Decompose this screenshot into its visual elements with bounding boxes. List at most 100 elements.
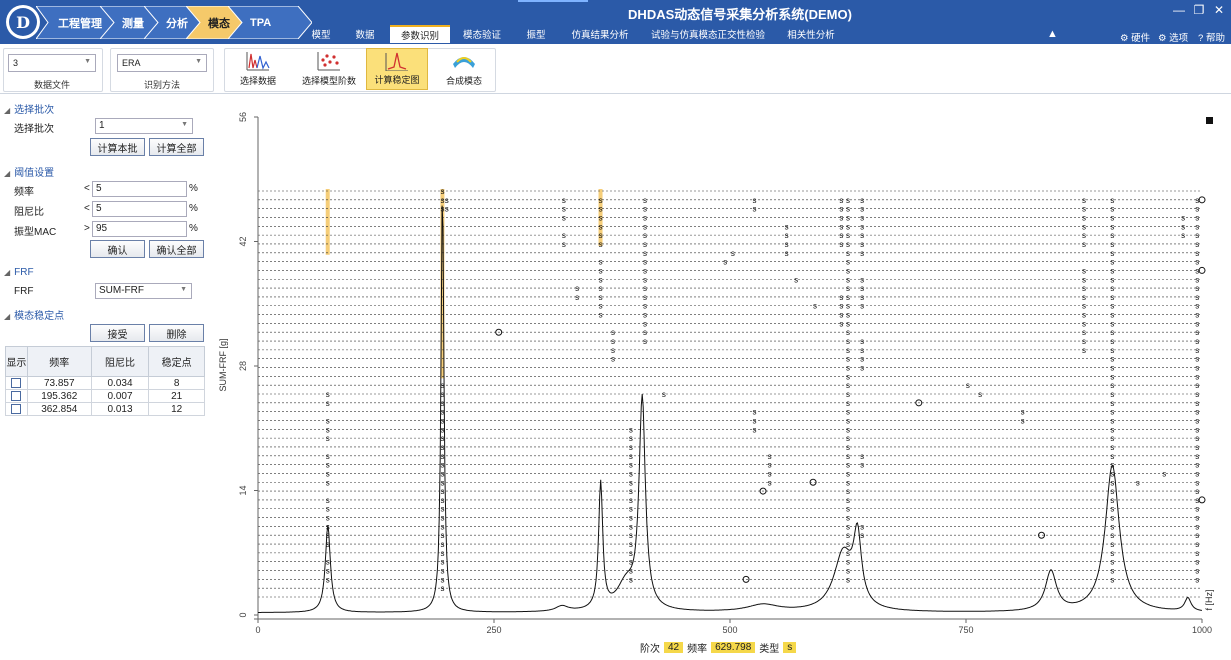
- stable-mark-s: s: [846, 531, 850, 540]
- stable-mark-s: s: [1082, 311, 1086, 320]
- stable-mark-s: s: [326, 399, 330, 408]
- menu-param-identification[interactable]: 参数识别: [390, 25, 450, 43]
- stable-mark-s: s: [562, 213, 566, 222]
- stable-mark-s: s: [326, 531, 330, 540]
- stable-mark-s: s: [611, 355, 615, 364]
- y-axis-label: SUM-FRF [g]: [218, 339, 228, 392]
- x-axis-label: f [Hz]: [1204, 589, 1214, 610]
- stable-mark-s: s: [629, 549, 633, 558]
- frf-section-header[interactable]: ◢ FRF: [4, 267, 34, 278]
- menu-modal-validation[interactable]: 模态验证: [452, 25, 512, 43]
- col-header-freq[interactable]: 频率: [26, 346, 92, 377]
- frf-select[interactable]: SUM-FRF ▼: [95, 283, 192, 299]
- col-header-stable-count[interactable]: 稳定点: [148, 346, 205, 377]
- synthesize-mode-button[interactable]: 合成模态: [436, 48, 492, 90]
- menu-mode-shape[interactable]: 振型: [514, 25, 558, 43]
- damp-threshold-input[interactable]: 5: [92, 201, 187, 217]
- stable-mark-s: s: [753, 416, 757, 425]
- table-row[interactable]: 73.857 0.034 8: [5, 376, 205, 390]
- batch-section-header[interactable]: ◢ 选择批次: [4, 101, 54, 116]
- hardware-button[interactable]: ⚙ 硬件: [1120, 30, 1150, 44]
- stable-mark-s: s: [1110, 416, 1114, 425]
- stable-mark-s: s: [860, 222, 864, 231]
- show-checkbox[interactable]: [11, 403, 22, 414]
- close-button[interactable]: ✕: [1212, 3, 1226, 17]
- select-data-button[interactable]: 选择数据: [232, 48, 284, 90]
- frf-curve: [258, 205, 1203, 613]
- stable-mark-s: s: [440, 408, 444, 417]
- help-button[interactable]: ? 帮助: [1198, 30, 1225, 44]
- table-row[interactable]: 195.362 0.007 21: [5, 389, 205, 403]
- threshold-section-header[interactable]: ◢ 阈值设置: [4, 164, 54, 179]
- confirm-button[interactable]: 确认: [90, 240, 145, 258]
- mac-threshold-input[interactable]: 95: [92, 221, 187, 237]
- stable-mark-s: s: [1195, 416, 1199, 425]
- stable-mark-s: s: [846, 381, 850, 390]
- stable-points-section-header[interactable]: ◢ 模态稳定点: [4, 307, 64, 322]
- app-title: DHDAS动态信号采集分析系统(DEMO): [628, 7, 852, 22]
- stable-mark-s: s: [1110, 240, 1114, 249]
- delete-button[interactable]: 删除: [149, 324, 204, 342]
- menu-data[interactable]: 数据: [344, 25, 386, 43]
- cell-damping: 0.013: [90, 402, 150, 416]
- collapse-triangle-icon: ◢: [4, 268, 11, 277]
- stable-mark-s: s: [768, 478, 772, 487]
- stable-mark-s: s: [643, 275, 647, 284]
- table-header-row: 显示 频率 阻尼比 稳定点: [5, 346, 205, 377]
- restore-button[interactable]: ❐: [1192, 3, 1206, 17]
- stable-mark-s: s: [846, 514, 850, 523]
- stable-mark-s: s: [643, 284, 647, 293]
- stable-mark-s: s: [1195, 319, 1199, 328]
- stable-mark-s: s: [1110, 390, 1114, 399]
- collapse-ribbon-icon[interactable]: ▲: [1047, 28, 1058, 40]
- calc-all-button[interactable]: 计算全部: [149, 138, 204, 156]
- stable-mark-s: s: [445, 205, 449, 214]
- title-accent-line: [518, 0, 588, 2]
- stable-mark-s: s: [326, 425, 330, 434]
- menu-orthogonality[interactable]: 试验与仿真模态正交性检验: [640, 25, 776, 43]
- stable-mark-s: s: [731, 249, 735, 258]
- stable-mark-s: s: [1195, 311, 1199, 320]
- logo-mark: D: [9, 8, 37, 36]
- stable-mark-s: s: [1195, 381, 1199, 390]
- y-tick-label: 14: [238, 485, 248, 495]
- menu-sim-result[interactable]: 仿真结果分析: [562, 25, 638, 43]
- stable-mark-s: s: [794, 275, 798, 284]
- show-checkbox[interactable]: [11, 377, 22, 388]
- method-select[interactable]: ERA ▼: [117, 54, 207, 72]
- show-checkbox[interactable]: [11, 390, 22, 401]
- col-header-damping[interactable]: 阻尼比: [90, 346, 150, 377]
- options-button[interactable]: ⚙ 选项: [1158, 30, 1188, 44]
- stable-mark-s: s: [326, 478, 330, 487]
- data-file-select[interactable]: 3 ▼: [8, 54, 96, 72]
- stable-mark-s: s: [1110, 434, 1114, 443]
- batch-select[interactable]: 1 ▼: [95, 118, 193, 134]
- stable-mark-s: s: [846, 416, 850, 425]
- stable-mark-s: s: [846, 461, 850, 470]
- minimize-button[interactable]: —: [1172, 3, 1186, 17]
- menu-model[interactable]: 模型: [300, 25, 342, 43]
- stable-mark-s: s: [1195, 346, 1199, 355]
- calc-batch-button[interactable]: 计算本批: [90, 138, 145, 156]
- y-tick-label: 56: [238, 112, 248, 122]
- stable-mark-s: s: [440, 567, 444, 576]
- chevron-down-icon: ▼: [84, 58, 91, 65]
- stable-mark-s: s: [440, 549, 444, 558]
- stable-mark-s: s: [846, 319, 850, 328]
- stable-mark-s: s: [1021, 408, 1025, 417]
- col-header-show[interactable]: 显示: [5, 346, 28, 377]
- menu-correlation[interactable]: 相关性分析: [778, 25, 844, 43]
- stable-mark-s: s: [440, 399, 444, 408]
- stability-diagram-chart[interactable]: 0142842560 250 500 750 1000 ssssssssssssssss…: [212, 95, 1231, 640]
- select-model-order-button[interactable]: 选择模型阶数: [294, 48, 364, 90]
- confirm-all-button[interactable]: 确认全部: [149, 240, 204, 258]
- stable-mark-s: s: [860, 355, 864, 364]
- stable-mark-s: s: [440, 558, 444, 567]
- stable-mark-s: s: [1110, 505, 1114, 514]
- accept-button[interactable]: 接受: [90, 324, 145, 342]
- compute-stability-button[interactable]: 计算稳定图: [366, 48, 428, 90]
- freq-threshold-input[interactable]: 5: [92, 181, 187, 197]
- table-row[interactable]: 362.854 0.013 12: [5, 402, 205, 416]
- stable-mark-s: s: [846, 337, 850, 346]
- stable-mark-s: s: [1136, 478, 1140, 487]
